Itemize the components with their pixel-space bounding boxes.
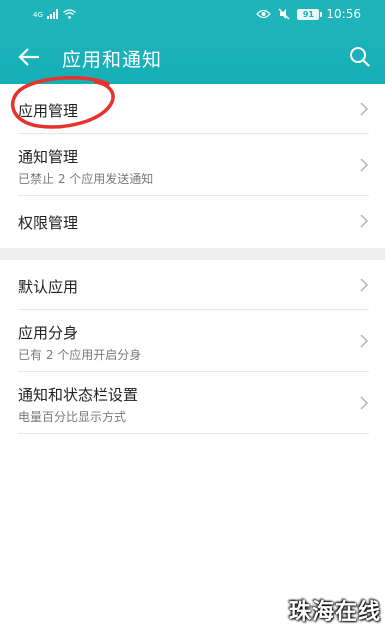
status-bar: 4G 91 10:56 [0,0,385,30]
item-subtitle: 已禁止 2 个应用发送通知 [18,172,154,186]
chevron-right-icon [360,157,369,172]
chevron-right-icon [360,395,369,410]
mute-icon [278,8,290,20]
top-bar: 4G 91 10:56 应用和通知 [0,0,385,84]
chevron-right-icon [360,214,369,228]
list-item-notification-management[interactable]: 通知管理 已禁止 2 个应用发送通知 [18,134,369,196]
eye-comfort-icon [256,9,272,19]
arrow-left-icon [18,48,39,66]
item-label: 权限管理 [18,214,79,232]
app-bar: 应用和通知 [0,30,385,84]
chevron-right-icon [360,101,369,116]
item-label: 默认应用 [18,278,79,296]
list-item-permission-management[interactable]: 权限管理 [18,196,369,246]
list-item-default-apps[interactable]: 默认应用 [18,260,369,310]
search-icon [350,47,370,67]
status-time: 10:56 [326,7,361,21]
item-label: 应用分身 [18,324,79,342]
chevron-right-icon [360,277,369,292]
item-label: 通知管理 [18,148,79,166]
list-item-app-management[interactable]: 应用管理 [18,84,369,134]
back-button[interactable] [14,42,44,72]
item-subtitle: 电量百分比显示方式 [18,410,127,424]
item-label: 通知和状态栏设置 [18,386,139,404]
item-subtitle: 已有 2 个应用开启分身 [18,348,142,362]
settings-group-more: 默认应用 应用分身 已有 2 个应用开启分身 通知和状态栏设置 电量百分比显示方… [0,260,385,434]
page-title: 应用和通知 [62,49,163,71]
section-divider [0,248,385,260]
chevron-right-icon [360,333,369,348]
signal-type-label: 4G [33,11,43,19]
wifi-icon [62,9,76,19]
settings-group-apps: 应用管理 通知管理 已禁止 2 个应用发送通知 权限管理 [0,84,385,246]
list-item-notification-statusbar-settings[interactable]: 通知和状态栏设置 电量百分比显示方式 [18,372,369,434]
item-label: 应用管理 [18,102,79,120]
watermark-text: 珠海在线 [288,600,381,625]
list-item-app-twin[interactable]: 应用分身 已有 2 个应用开启分身 [18,310,369,372]
search-button[interactable] [345,42,375,72]
signal-icon [46,9,58,19]
battery-icon: 91 [297,8,323,20]
